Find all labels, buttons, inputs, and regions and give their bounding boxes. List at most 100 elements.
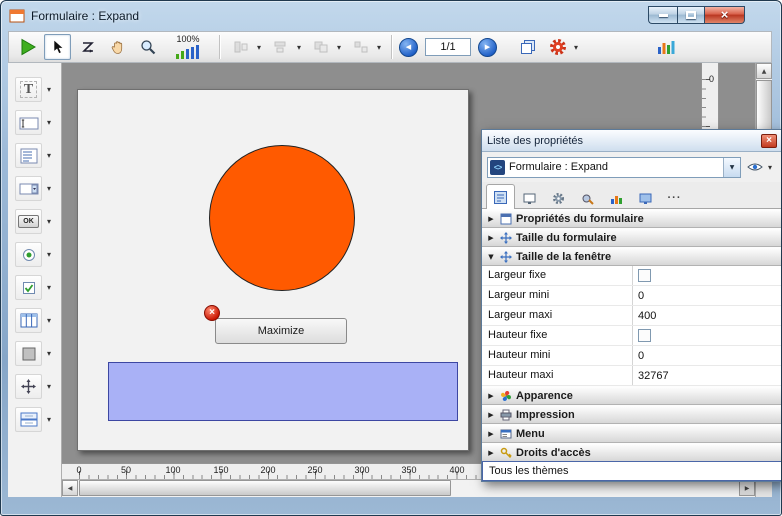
maximize-window-button[interactable]: [677, 6, 705, 24]
distribute-tool-button[interactable]: [267, 34, 294, 60]
toolbar-separator: [391, 35, 392, 59]
section-printing[interactable]: Impression: [482, 405, 782, 424]
property-value-cell[interactable]: [632, 326, 782, 345]
control-toolbox: T OK: [8, 63, 62, 497]
horizontal-scroll-thumb[interactable]: [79, 480, 451, 496]
rectangle-shape[interactable]: [108, 362, 458, 421]
combo-control-tool[interactable]: [15, 176, 42, 201]
chevron-down-icon[interactable]: [44, 184, 54, 193]
section-window-size[interactable]: Taille de la fenêtre: [482, 247, 782, 266]
next-page-button[interactable]: [478, 38, 497, 57]
section-access-rights[interactable]: Droits d'accès: [482, 443, 782, 462]
property-row: Hauteur maxi 32767: [482, 366, 782, 386]
bar-chart-icon: [657, 39, 675, 55]
property-row: Hauteur mini 0: [482, 346, 782, 366]
radio-control-tool[interactable]: [15, 242, 42, 267]
tab-content[interactable]: [602, 187, 631, 208]
tab-general[interactable]: [486, 184, 515, 209]
chevron-down-icon[interactable]: [44, 283, 54, 292]
ruler-tick-label: 350: [401, 465, 416, 475]
text-control-tool[interactable]: T: [15, 77, 42, 102]
form-surface[interactable]: Maximize: [77, 89, 469, 451]
tab-gui[interactable]: [515, 187, 544, 208]
table-control-tool[interactable]: [15, 308, 42, 333]
more-tabs-icon: ···: [668, 192, 682, 204]
chevron-down-icon[interactable]: [374, 43, 384, 52]
magnifier-icon: [140, 39, 156, 55]
statistics-button[interactable]: [652, 34, 679, 60]
chevron-down-icon[interactable]: [254, 43, 264, 52]
button-control-tool[interactable]: OK: [15, 209, 42, 234]
chevron-down-icon[interactable]: [334, 43, 344, 52]
chevron-down-icon[interactable]: [723, 158, 740, 177]
tab-advanced[interactable]: [631, 187, 660, 208]
error-badge-icon[interactable]: [204, 305, 220, 321]
property-value-cell[interactable]: 400: [632, 306, 782, 325]
checkbox-control-tool[interactable]: [15, 275, 42, 300]
view-options-button[interactable]: [745, 162, 777, 172]
stacked-windows-button[interactable]: [514, 34, 541, 60]
section-form-properties[interactable]: Propriétés du formulaire: [482, 209, 782, 228]
zoom-bars-icon: [175, 44, 201, 60]
text-control-icon: T: [20, 81, 37, 98]
run-test-button[interactable]: [14, 34, 41, 60]
order-icon: [313, 40, 329, 54]
scroll-left-button[interactable]: [62, 480, 78, 496]
order-tool-button[interactable]: [307, 34, 334, 60]
section-appearance[interactable]: Apparence: [482, 386, 782, 405]
zoom-tool-button[interactable]: [134, 34, 161, 60]
chevron-down-icon[interactable]: [765, 163, 775, 172]
property-value-cell[interactable]: [632, 266, 782, 285]
object-selector[interactable]: <> Formulaire : Expand: [487, 157, 741, 178]
close-button[interactable]: [705, 6, 745, 24]
property-value-cell[interactable]: 32767: [632, 366, 782, 385]
table-control-icon: [20, 313, 38, 328]
tab-more[interactable]: ···: [660, 187, 689, 208]
chevron-down-icon[interactable]: [44, 349, 54, 358]
checkbox-unchecked[interactable]: [638, 269, 651, 282]
section-menu[interactable]: Menu: [482, 424, 782, 443]
ruler-tick-label: 100: [165, 465, 180, 475]
edit-control-tool[interactable]: [15, 110, 42, 135]
tab-order-tool-button[interactable]: [74, 34, 101, 60]
maximize-design-button[interactable]: Maximize: [215, 318, 347, 344]
chevron-right-icon: [486, 411, 496, 419]
tab-style[interactable]: [573, 187, 602, 208]
property-value-cell[interactable]: 0: [632, 346, 782, 365]
chevron-down-icon[interactable]: [44, 415, 54, 424]
section-form-size[interactable]: Taille du formulaire: [482, 228, 782, 247]
chevron-down-icon[interactable]: [44, 250, 54, 259]
settings-button[interactable]: [544, 34, 571, 60]
minimize-button[interactable]: [648, 6, 677, 24]
chevron-down-icon[interactable]: [44, 118, 54, 127]
pan-tool-button[interactable]: [104, 34, 131, 60]
properties-panel-titlebar[interactable]: Liste des propriétés: [482, 130, 782, 152]
chevron-down-icon[interactable]: [44, 316, 54, 325]
chevron-down-icon[interactable]: [44, 217, 54, 226]
tab-details[interactable]: [544, 187, 573, 208]
checkbox-unchecked[interactable]: [638, 329, 651, 342]
panel-close-button[interactable]: [761, 134, 777, 148]
panel-control-tool[interactable]: [15, 341, 42, 366]
align-tool-button[interactable]: [227, 34, 254, 60]
chevron-down-icon[interactable]: [294, 43, 304, 52]
section-label: Impression: [516, 409, 575, 421]
z-order-icon: [81, 40, 95, 54]
chevron-down-icon[interactable]: [571, 43, 581, 52]
chevron-down-icon[interactable]: [44, 151, 54, 160]
splitter-control-tool[interactable]: [15, 374, 42, 399]
select-tool-button[interactable]: [44, 34, 71, 60]
chevron-down-icon[interactable]: [44, 85, 54, 94]
previous-page-button[interactable]: [399, 38, 418, 57]
property-value-cell[interactable]: 0: [632, 286, 782, 305]
scroll-right-button[interactable]: [739, 480, 755, 496]
chevron-down-icon[interactable]: [44, 382, 54, 391]
horizontal-scrollbar[interactable]: [62, 480, 755, 497]
zoom-level-control[interactable]: 100%: [164, 33, 212, 61]
ellipse-shape[interactable]: [209, 145, 355, 291]
looper-control-tool[interactable]: [15, 407, 42, 432]
list-control-tool[interactable]: [15, 143, 42, 168]
scroll-up-button[interactable]: [756, 63, 772, 79]
gear-icon: [549, 38, 567, 56]
group-tool-button[interactable]: [347, 34, 374, 60]
